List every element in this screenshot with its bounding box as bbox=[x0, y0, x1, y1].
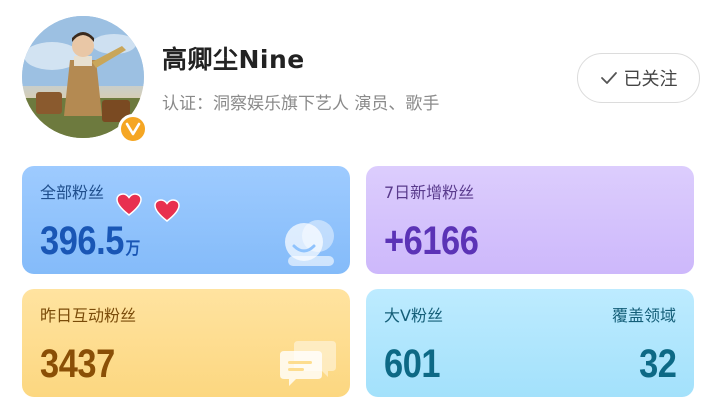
big-v-fans-value: 601 bbox=[384, 342, 441, 386]
heart-icon bbox=[116, 193, 142, 216]
new-fans-7d-value: +6166 bbox=[384, 219, 479, 263]
interactive-fans-label: 昨日互动粉丝 bbox=[40, 306, 137, 325]
total-fans-label: 全部粉丝 bbox=[40, 183, 105, 202]
total-fans-number: 396.5 bbox=[40, 219, 124, 263]
big-v-fans-card[interactable]: 大V粉丝 覆盖领域 601 32 bbox=[366, 289, 694, 397]
following-label: 已关注 bbox=[623, 69, 678, 90]
coverage-value: 32 bbox=[638, 342, 677, 386]
heart-icon bbox=[154, 199, 180, 222]
total-fans-card[interactable]: 全部粉丝 396.5 万 bbox=[22, 166, 350, 274]
certification-text: 认证：洞察娱乐旗下艺人 演员、歌手 bbox=[162, 94, 440, 114]
new-fans-7d-card[interactable]: 7日新增粉丝 +6166 bbox=[366, 166, 694, 274]
new-fans-7d-label: 7日新增粉丝 bbox=[384, 183, 475, 202]
smiley-faces-icon bbox=[285, 220, 334, 266]
following-button[interactable]: 已关注 bbox=[577, 53, 700, 103]
interactive-fans-card[interactable]: 昨日互动粉丝 3437 bbox=[22, 289, 350, 397]
big-v-fans-label: 大V粉丝 bbox=[384, 306, 443, 325]
check-icon bbox=[600, 72, 617, 84]
verified-v-badge-icon bbox=[125, 122, 141, 136]
coverage-label: 覆盖领域 bbox=[611, 306, 676, 325]
interactive-fans-value: 3437 bbox=[40, 342, 115, 386]
total-fans-unit: 万 bbox=[125, 239, 141, 258]
verified-badge bbox=[118, 114, 148, 144]
profile-name: 高卿尘Nine bbox=[162, 45, 305, 74]
chat-bubble-icon bbox=[280, 341, 336, 386]
total-fans-value: 396.5 万 bbox=[40, 219, 140, 264]
